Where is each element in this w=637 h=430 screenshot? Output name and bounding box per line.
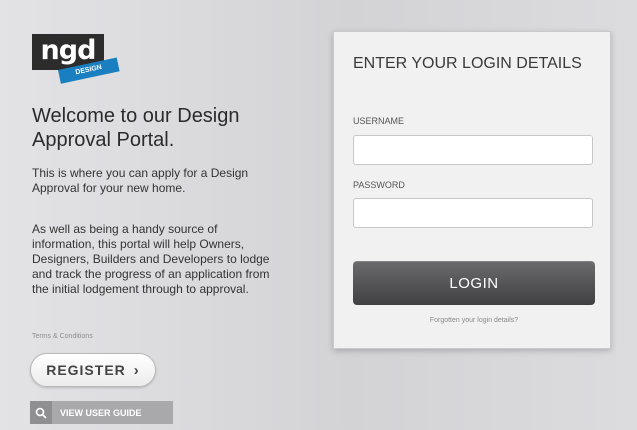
register-button[interactable]: REGISTER › <box>30 353 156 387</box>
chevron-right-icon: › <box>133 361 140 379</box>
login-panel: ENTER YOUR LOGIN DETAILS USERNAME PASSWO… <box>333 31 611 349</box>
username-input[interactable] <box>353 135 593 165</box>
view-user-guide-button[interactable]: VIEW USER GUIDE <box>30 401 173 424</box>
search-icon <box>30 401 52 424</box>
username-label: USERNAME <box>353 116 405 126</box>
login-title: ENTER YOUR LOGIN DETAILS <box>353 55 582 72</box>
welcome-heading: Welcome to our Design Approval Portal. <box>32 105 240 151</box>
password-label: PASSWORD <box>353 180 405 190</box>
info-text: As well as being a handy source of infor… <box>32 222 270 296</box>
forgot-login-link[interactable]: Forgotten your login details? <box>353 317 595 324</box>
intro-text: This is where you can apply for a Design… <box>32 166 249 195</box>
login-button[interactable]: LOGIN <box>353 261 595 305</box>
user-guide-label: VIEW USER GUIDE <box>60 407 142 418</box>
register-label: REGISTER <box>46 362 126 378</box>
terms-link[interactable]: Terms & Conditions <box>32 333 93 340</box>
password-input[interactable] <box>353 198 593 228</box>
ngd-design-logo: ngd DESIGN <box>32 34 122 90</box>
